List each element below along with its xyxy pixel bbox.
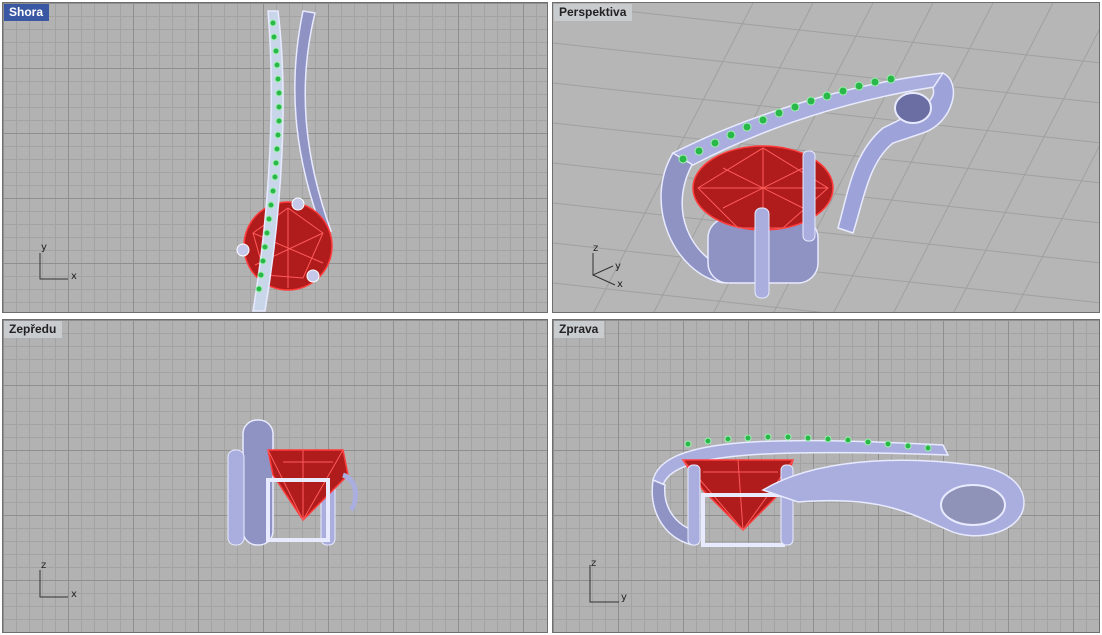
right-view-model — [589, 433, 1025, 603]
axis-gizmo — [39, 570, 68, 598]
perspective-view-model — [553, 3, 1099, 312]
viewport-right[interactable]: Zprava z y — [552, 319, 1100, 633]
viewport-front[interactable]: Zepředu z x — [2, 319, 548, 633]
axis-label-h: x — [617, 279, 623, 290]
perspective-grid — [553, 3, 1099, 312]
prong — [291, 197, 305, 211]
prong — [236, 243, 250, 257]
viewport-label-right[interactable]: Zprava — [554, 321, 605, 338]
axis-gizmo — [592, 253, 616, 286]
viewport-label-front[interactable]: Zepředu — [4, 321, 63, 338]
viewport-top[interactable]: Shora y x — [2, 2, 548, 313]
prong — [227, 449, 245, 546]
band-loop — [940, 484, 1006, 526]
prong — [754, 207, 770, 299]
band-loop — [894, 92, 932, 124]
top-view-model — [39, 10, 333, 312]
viewport-label-top[interactable]: Shora — [4, 4, 50, 21]
axis-label-h: x — [71, 589, 77, 600]
viewport-perspective[interactable]: Perspektiva z y x — [552, 2, 1100, 313]
axis-label-h: y — [621, 592, 627, 603]
gem — [267, 449, 349, 522]
front-view-model — [39, 419, 358, 598]
prong — [687, 464, 701, 546]
axis-gizmo — [589, 565, 619, 603]
axis-label-h: x — [71, 271, 77, 282]
prong — [802, 150, 816, 242]
viewport-label-perspective[interactable]: Perspektiva — [554, 4, 633, 21]
prong — [306, 269, 320, 283]
axis-label-v: z — [593, 243, 599, 254]
axis-gizmo — [39, 253, 68, 280]
axis-label-v: y — [41, 242, 47, 253]
axis-label-d: y — [615, 261, 621, 272]
axis-label-v: z — [591, 558, 597, 569]
axis-label-v: z — [41, 560, 47, 571]
band-tail — [341, 472, 358, 512]
